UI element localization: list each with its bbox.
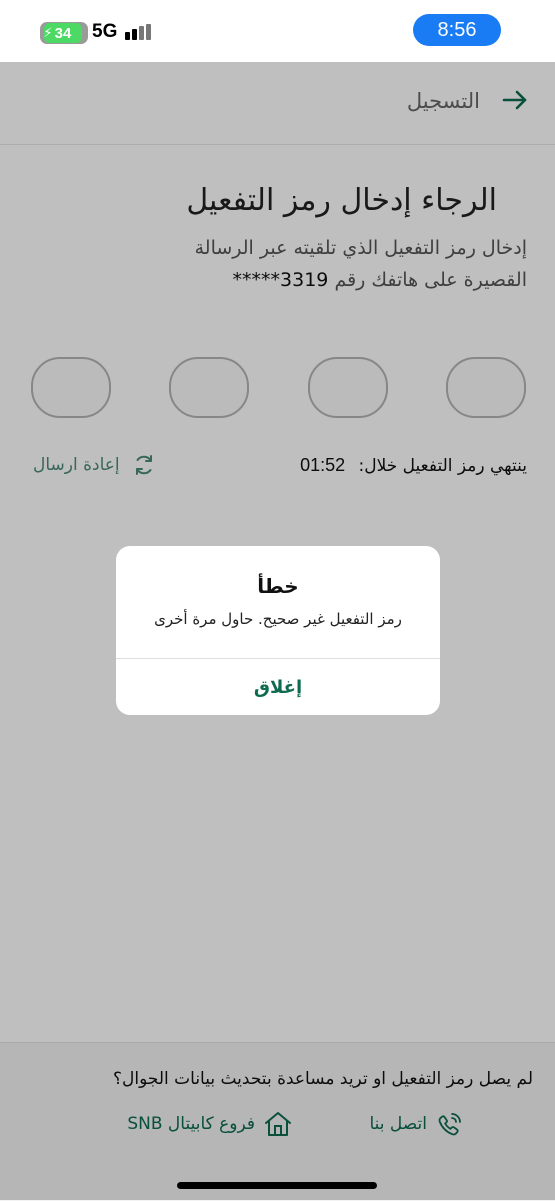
error-dialog: خطأ رمز التفعيل غير صحيح. حاول مرة أخرى … xyxy=(116,546,440,715)
clock-time: 8:56 xyxy=(437,18,477,41)
signal-strength-icon xyxy=(125,24,157,40)
dialog-message: رمز التفعيل غير صحيح. حاول مرة أخرى xyxy=(154,610,402,628)
home-indicator[interactable] xyxy=(177,1182,377,1189)
status-bar: 34 ⚡ 5G 8:56 xyxy=(0,0,555,62)
network-type: 5G xyxy=(92,21,118,42)
dialog-title: خطأ xyxy=(257,574,299,598)
status-time[interactable]: 8:56 xyxy=(413,14,501,46)
battery-level: 34 xyxy=(54,24,72,42)
close-button[interactable]: إغلاق xyxy=(116,659,440,715)
charging-bolt-icon: ⚡ xyxy=(43,25,53,41)
